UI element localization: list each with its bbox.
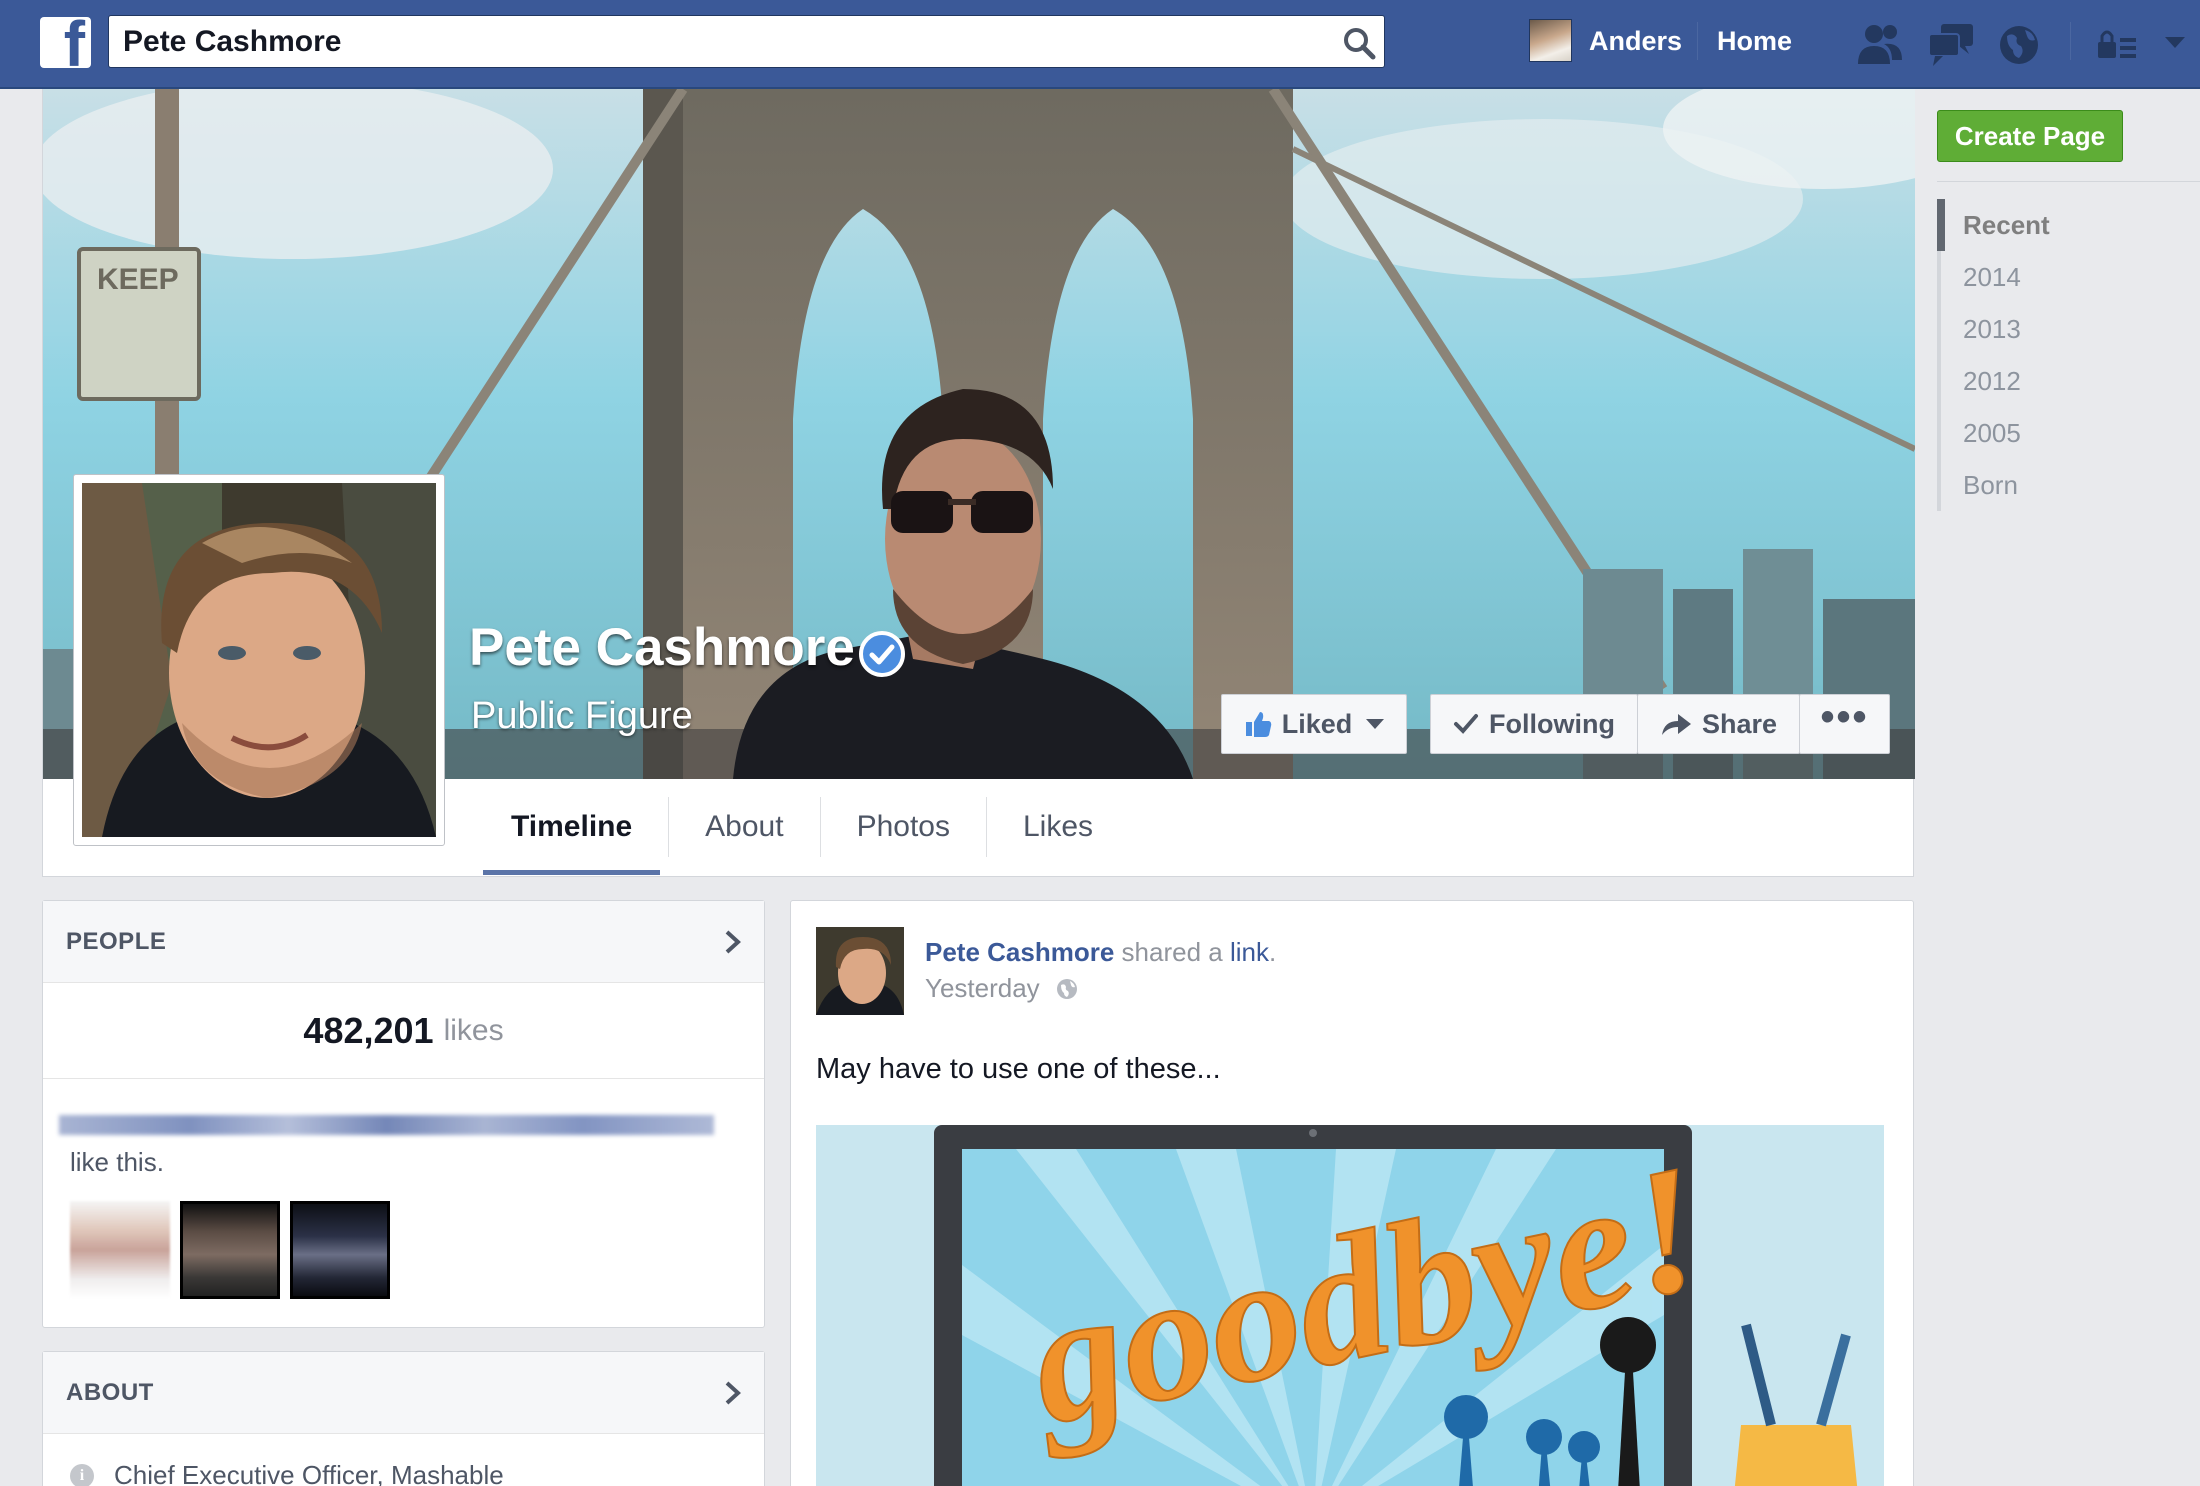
profile-header: KEEP Pete Cashmore Public Figure Liked F… [42, 89, 1915, 877]
checkmark-icon [1454, 714, 1478, 734]
info-icon: i [70, 1463, 94, 1486]
post-timestamp-row: Yesterday [925, 973, 1078, 1004]
about-card: ABOUT i Chief Executive Officer, Mashabl… [42, 1351, 765, 1486]
friend-thumbnail[interactable] [70, 1201, 170, 1299]
profile-name: Pete Cashmore [469, 618, 855, 677]
search-box[interactable] [108, 15, 1385, 68]
profile-category: Public Figure [471, 695, 693, 737]
chevron-down-icon [1366, 719, 1385, 729]
chevron-right-icon [725, 930, 741, 954]
friend-thumbnail[interactable] [290, 1201, 390, 1299]
post-header: Pete Cashmore shared a link. [925, 937, 1276, 968]
people-card: PEOPLE 482,201 likes like this. [42, 900, 765, 1328]
share-label: Share [1701, 708, 1778, 739]
profile-tabs: Timeline About Photos Likes [475, 779, 1129, 875]
year-item-born[interactable]: Born [1937, 459, 2050, 511]
home-link[interactable]: Home [1717, 26, 1792, 57]
timeline-year-nav: Recent 2014 2013 2012 2005 Born [1937, 199, 2050, 511]
like-this-text: like this. [70, 1147, 164, 1177]
post-timestamp[interactable]: Yesterday [925, 973, 1040, 1004]
about-item: i Chief Executive Officer, Mashable [70, 1460, 504, 1486]
notifications-globe-icon[interactable] [1995, 20, 2047, 68]
following-label: Following [1489, 708, 1615, 739]
following-button[interactable]: Following [1430, 694, 1638, 754]
public-globe-icon[interactable] [1056, 978, 1078, 1000]
svg-text:KEEP: KEEP [97, 263, 179, 296]
share-arrow-icon [1661, 714, 1691, 735]
search-input[interactable] [123, 24, 1303, 60]
post-link-word[interactable]: link [1230, 937, 1269, 967]
more-dots-icon: ••• [1820, 695, 1869, 739]
right-column-divider [1937, 181, 2200, 182]
liked-button[interactable]: Liked [1221, 694, 1407, 754]
facebook-logo[interactable]: f [40, 17, 91, 68]
post-link-image[interactable]: goodbye! [816, 1125, 1884, 1486]
post-action-text: shared a [1114, 937, 1230, 967]
account-menu-caret-icon[interactable] [2165, 37, 2185, 48]
user-name-link[interactable]: Anders [1589, 26, 1682, 57]
user-avatar[interactable] [1529, 19, 1572, 62]
year-item-2014[interactable]: 2014 [1937, 251, 2050, 303]
nav-divider [2070, 22, 2071, 60]
people-card-header[interactable]: PEOPLE [43, 901, 764, 983]
tab-timeline[interactable]: Timeline [475, 779, 668, 875]
profile-picture[interactable] [73, 474, 445, 846]
post-text: May have to use one of these... [816, 1053, 1221, 1085]
year-item-2005[interactable]: 2005 [1937, 407, 2050, 459]
chevron-right-icon [725, 1381, 741, 1405]
likes-summary: 482,201 likes [43, 983, 764, 1079]
thumbs-up-icon [1245, 712, 1271, 737]
post-period: . [1268, 937, 1277, 967]
share-button[interactable]: Share [1637, 694, 1800, 754]
facebook-logo-letter: f [63, 17, 85, 68]
about-card-header[interactable]: ABOUT [43, 1352, 764, 1434]
tab-about[interactable]: About [669, 779, 819, 875]
messages-icon[interactable] [1925, 20, 1977, 68]
blurred-friend-names [59, 1115, 714, 1135]
nav-divider [1697, 22, 1698, 60]
year-item-2012[interactable]: 2012 [1937, 355, 2050, 407]
search-icon[interactable] [1342, 26, 1376, 60]
privacy-shortcuts-icon[interactable] [2096, 20, 2138, 68]
liked-label: Liked [1281, 708, 1353, 739]
tab-likes[interactable]: Likes [987, 779, 1129, 875]
about-item-text: Chief Executive Officer, Mashable [114, 1460, 504, 1486]
about-card-title: ABOUT [66, 1379, 154, 1406]
people-card-title: PEOPLE [66, 928, 167, 955]
post-author-avatar[interactable] [816, 927, 904, 1015]
year-item-recent[interactable]: Recent [1937, 199, 2050, 251]
tab-photos[interactable]: Photos [821, 779, 986, 875]
top-bar: f Anders Home [0, 0, 2200, 89]
more-options-button[interactable]: ••• [1799, 694, 1890, 754]
friend-thumbnail[interactable] [180, 1201, 280, 1299]
timeline-post: Pete Cashmore shared a link. Yesterday M… [790, 900, 1914, 1486]
verified-badge-icon [859, 631, 905, 677]
likes-word: likes [443, 1013, 504, 1047]
post-author-link[interactable]: Pete Cashmore [925, 937, 1114, 967]
create-page-button[interactable]: Create Page [1937, 110, 2123, 162]
friend-requests-icon[interactable] [1854, 20, 1906, 68]
year-item-2013[interactable]: 2013 [1937, 303, 2050, 355]
likes-count: 482,201 [303, 1009, 434, 1051]
